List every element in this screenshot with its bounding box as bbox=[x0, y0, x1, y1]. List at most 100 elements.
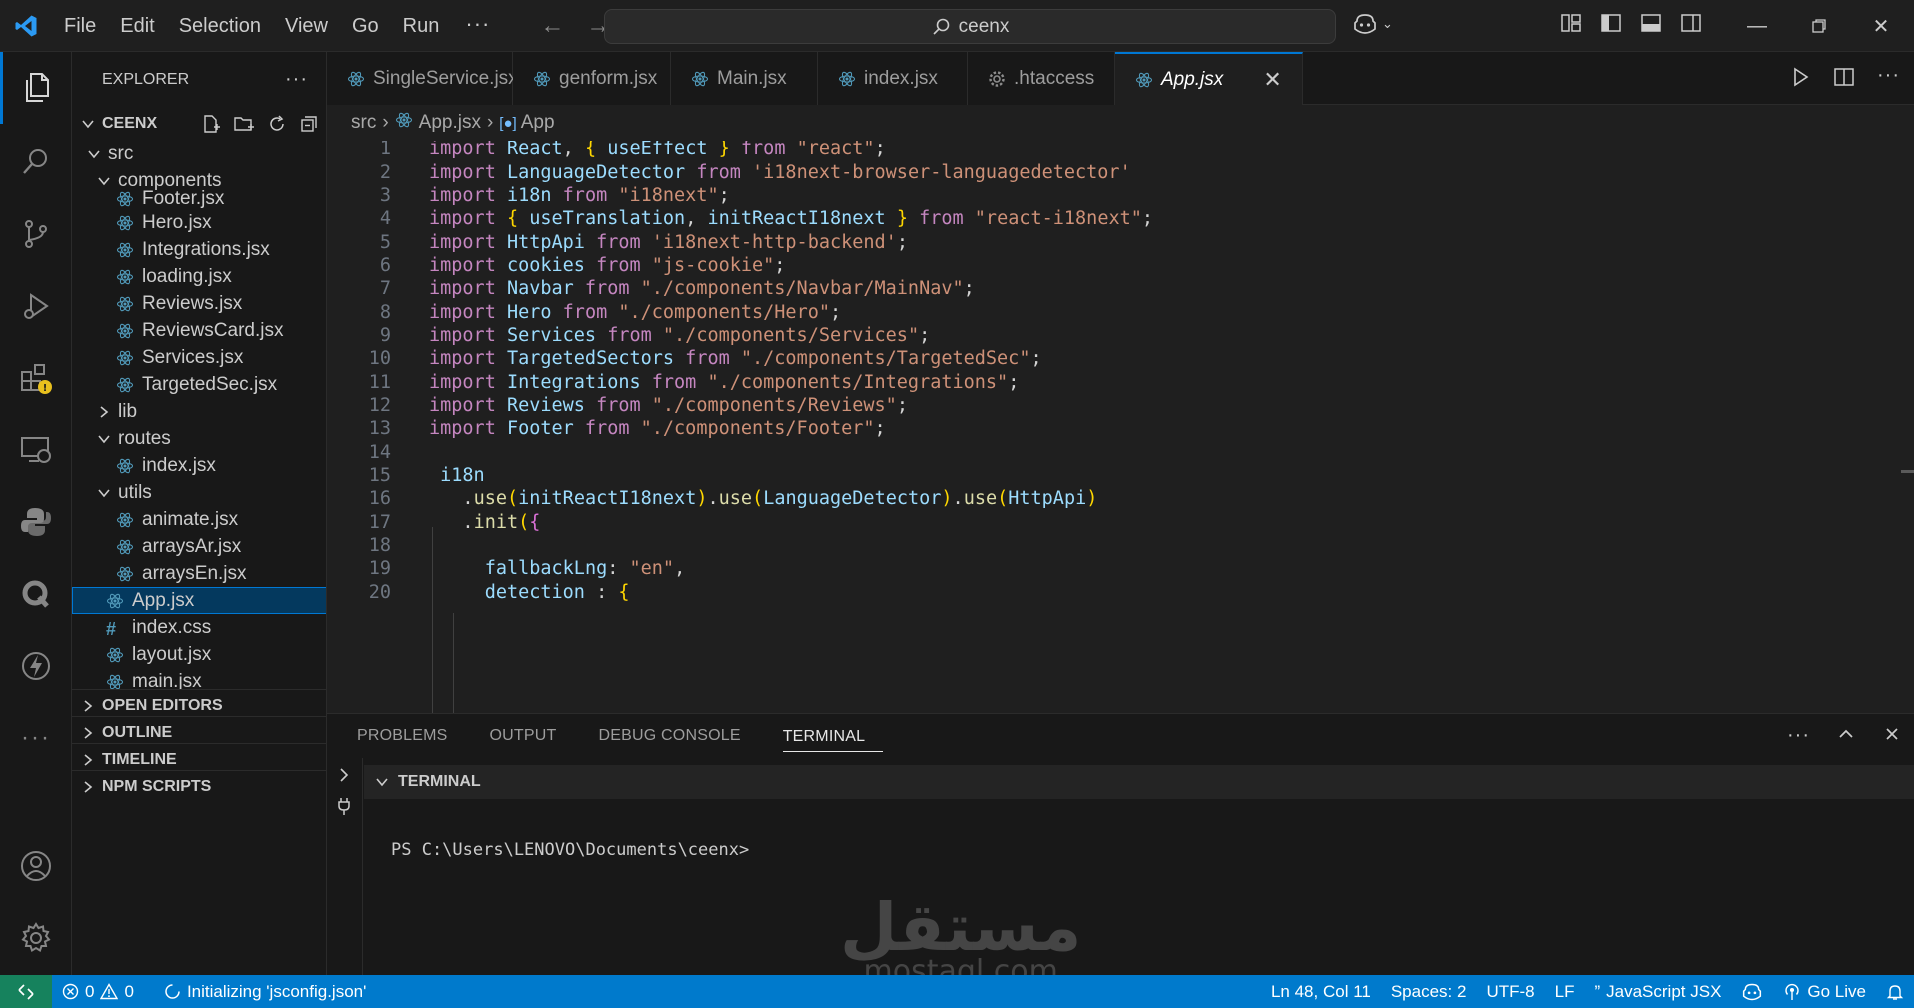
tree-item-footer-jsx[interactable]: Footer.jsx bbox=[72, 185, 326, 212]
menu-view[interactable]: View bbox=[273, 0, 340, 52]
task-status[interactable]: Initializing 'jsconfig.json' bbox=[154, 982, 376, 1002]
tree-item-animate-jsx[interactable]: animate.jsx bbox=[72, 506, 326, 533]
tree-item-targetedsec-jsx[interactable]: TargetedSec.jsx bbox=[72, 371, 326, 398]
code-line: 14 bbox=[327, 441, 1887, 464]
tab-singleservice-jsx[interactable]: SingleService.jsx bbox=[327, 52, 518, 105]
remote-indicator-icon[interactable] bbox=[0, 975, 52, 1008]
tab-index-jsx[interactable]: index.jsx bbox=[818, 52, 968, 105]
explorer-icon[interactable] bbox=[0, 52, 72, 124]
collapse-all-icon[interactable] bbox=[299, 114, 319, 134]
tab-htaccess[interactable]: .htaccess bbox=[968, 52, 1115, 105]
editor-more-icon[interactable]: ··· bbox=[1877, 65, 1900, 88]
tree-item-services-jsx[interactable]: Services.jsx bbox=[72, 344, 326, 371]
problems-status[interactable]: 0 0 bbox=[52, 982, 144, 1002]
symbol-variable-icon: [●] bbox=[499, 114, 517, 132]
menu-file[interactable]: File bbox=[52, 0, 108, 52]
maximize-panel-icon[interactable] bbox=[1836, 724, 1856, 744]
python-icon[interactable] bbox=[0, 486, 72, 558]
quokka-icon[interactable] bbox=[0, 558, 72, 630]
tab-genform-jsx[interactable]: genform.jsx bbox=[513, 52, 671, 105]
minimize-icon[interactable]: — bbox=[1726, 0, 1788, 52]
new-folder-icon[interactable] bbox=[233, 114, 255, 134]
source-control-icon[interactable] bbox=[0, 198, 72, 270]
refresh-icon[interactable] bbox=[267, 114, 287, 134]
extensions-icon[interactable]: ! bbox=[0, 342, 72, 414]
menu-selection[interactable]: Selection bbox=[167, 0, 273, 52]
tree-item-label: Reviews.jsx bbox=[142, 292, 243, 314]
toggle-primary-sidebar-icon[interactable] bbox=[1600, 12, 1622, 34]
menu-go[interactable]: Go bbox=[340, 0, 391, 52]
language-mode[interactable]: ” JavaScript JSX bbox=[1584, 982, 1731, 1002]
error-count: 0 bbox=[85, 981, 95, 1001]
close-window-icon[interactable]: ✕ bbox=[1850, 0, 1912, 52]
go-live-button[interactable]: Go Live bbox=[1773, 982, 1876, 1002]
tree-item-reviews-jsx[interactable]: Reviews.jsx bbox=[72, 290, 326, 317]
customize-layout-icon[interactable] bbox=[1560, 12, 1582, 34]
tree-item-src[interactable]: src bbox=[72, 140, 326, 167]
close-tab-icon[interactable]: ✕ bbox=[1263, 67, 1281, 93]
tree-item-arraysen-jsx[interactable]: arraysEn.jsx bbox=[72, 560, 326, 587]
tree-item-layout-jsx[interactable]: layout.jsx bbox=[72, 641, 326, 668]
restore-icon[interactable] bbox=[1788, 0, 1850, 52]
breadcrumb-folder[interactable]: src bbox=[351, 112, 376, 134]
terminal-prompt[interactable]: PS C:\Users\LENOVO\Documents\ceenx> bbox=[391, 840, 749, 860]
cursor-position[interactable]: Ln 48, Col 11 bbox=[1261, 982, 1381, 1002]
panel-tab-debug-console[interactable]: DEBUG CONSOLE bbox=[599, 714, 759, 758]
split-editor-icon[interactable] bbox=[1833, 66, 1855, 88]
tree-item-app-jsx[interactable]: App.jsx bbox=[72, 587, 326, 614]
copilot-status-icon[interactable] bbox=[1731, 982, 1773, 1002]
panel-tab-output[interactable]: OUTPUT bbox=[490, 714, 575, 758]
accounts-icon[interactable] bbox=[0, 830, 72, 902]
tree-item-index-css[interactable]: # index.css bbox=[72, 614, 326, 641]
react-icon bbox=[116, 538, 134, 556]
encoding[interactable]: UTF-8 bbox=[1476, 982, 1544, 1002]
tree-item-routes[interactable]: routes bbox=[72, 425, 326, 452]
section-npm-scripts[interactable]: NPM SCRIPTS bbox=[72, 770, 326, 803]
command-center-search[interactable]: ceenx bbox=[604, 9, 1336, 44]
run-and-debug-icon[interactable] bbox=[0, 270, 72, 342]
menu-edit[interactable]: Edit bbox=[108, 0, 166, 52]
search-view-icon[interactable] bbox=[0, 126, 72, 198]
explorer-more-icon[interactable]: ··· bbox=[285, 68, 308, 91]
back-arrow-icon[interactable]: ← bbox=[540, 12, 564, 40]
plug-icon[interactable] bbox=[335, 796, 353, 816]
tree-item-reviewscard-jsx[interactable]: ReviewsCard.jsx bbox=[72, 317, 326, 344]
thunder-client-icon[interactable] bbox=[0, 630, 72, 702]
tab-main-jsx[interactable]: Main.jsx bbox=[671, 52, 818, 105]
panel-more-icon[interactable]: ··· bbox=[1787, 724, 1810, 747]
tab-label: genform.jsx bbox=[559, 67, 658, 89]
tree-item-hero-jsx[interactable]: Hero.jsx bbox=[72, 209, 326, 236]
end-of-line[interactable]: LF bbox=[1545, 982, 1585, 1002]
toggle-panel-icon[interactable] bbox=[1640, 12, 1662, 34]
run-code-icon[interactable] bbox=[1789, 66, 1811, 88]
terminal-section-header[interactable]: TERMINAL bbox=[364, 765, 1914, 799]
vscode-logo-icon[interactable] bbox=[0, 0, 52, 52]
tree-item-index-jsx[interactable]: index.jsx bbox=[72, 452, 326, 479]
panel-tab-problems[interactable]: PROBLEMS bbox=[357, 714, 466, 758]
toggle-secondary-sidebar-icon[interactable] bbox=[1680, 12, 1702, 34]
new-file-icon[interactable] bbox=[201, 114, 221, 134]
indentation[interactable]: Spaces: 2 bbox=[1381, 982, 1477, 1002]
react-icon bbox=[691, 70, 709, 88]
tree-item-integrations-jsx[interactable]: Integrations.jsx bbox=[72, 236, 326, 263]
copilot-button[interactable]: ⌄ bbox=[1352, 12, 1393, 36]
menu-run[interactable]: Run bbox=[391, 0, 452, 52]
panel-tab-terminal[interactable]: TERMINAL bbox=[782, 722, 884, 752]
more-views-icon[interactable]: ··· bbox=[0, 702, 72, 774]
breadcrumb-file[interactable]: App.jsx bbox=[419, 112, 481, 134]
tree-item-arraysar-jsx[interactable]: arraysAr.jsx bbox=[72, 533, 326, 560]
notifications-icon[interactable] bbox=[1876, 983, 1914, 1001]
remote-explorer-icon[interactable] bbox=[0, 414, 72, 486]
tree-item-utils[interactable]: utils bbox=[72, 479, 326, 506]
manage-gear-icon[interactable] bbox=[0, 902, 72, 974]
breadcrumb-symbol[interactable]: App bbox=[521, 112, 555, 134]
close-panel-icon[interactable] bbox=[1882, 724, 1902, 744]
braces-icon: ” bbox=[1594, 981, 1601, 1001]
code-editor[interactable]: 1 import React, { useEffect } from "react… bbox=[327, 141, 1914, 713]
menu-more-icon[interactable]: ··· bbox=[451, 0, 504, 52]
tree-item-lib[interactable]: lib bbox=[72, 398, 326, 425]
tree-item-loading-jsx[interactable]: loading.jsx bbox=[72, 263, 326, 290]
tab-app-jsx[interactable]: App.jsx ✕ bbox=[1115, 52, 1303, 105]
chevron-right-icon[interactable] bbox=[335, 766, 353, 784]
workspace-root[interactable]: CEENX bbox=[72, 107, 326, 140]
